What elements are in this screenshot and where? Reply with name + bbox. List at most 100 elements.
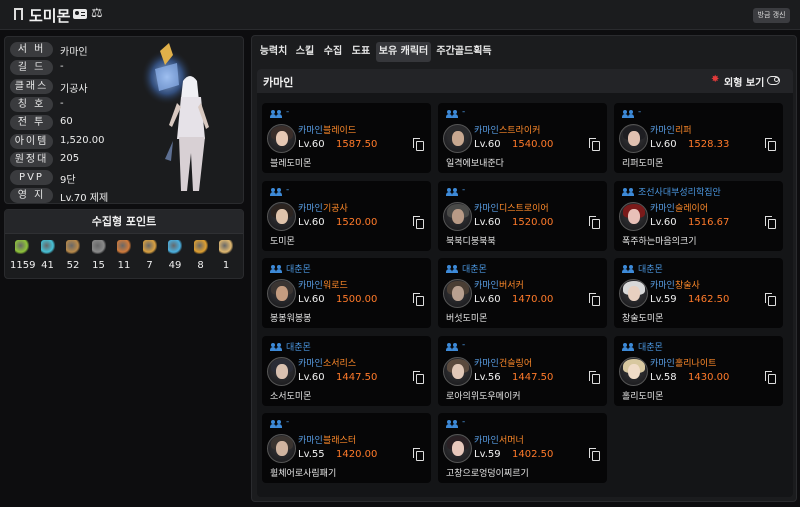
- character-server: 카마인: [650, 281, 675, 291]
- character-server: 카마인: [298, 358, 323, 369]
- character-class: 버서커: [499, 281, 524, 291]
- character-avatar: [619, 201, 648, 231]
- character-avatar: [267, 434, 296, 463]
- copy-icon[interactable]: [589, 138, 600, 151]
- character-level: Lv.60: [650, 139, 677, 150]
- profile-panel: 서 버 카마인 길 드 - 클래스 기공사 칭 호-전 투 60 아이템 1,520.00 원정대 2…: [4, 36, 244, 204]
- character-name: 홀리도미몬: [622, 391, 664, 402]
- character-card[interactable]: 대춘몬 카마인 홀리나이트 Lv.58 1430.00 홀리도미몬: [614, 335, 783, 406]
- character-card[interactable]: - 카마인 블레이드 Lv.60 1587.50 블레도미몬: [262, 103, 431, 173]
- character-card[interactable]: - 카마인 건슬링어 Lv.56 1447.50 로아의위도우메이커: [438, 335, 607, 406]
- id-card-icon[interactable]: [73, 9, 87, 19]
- character-avatar: [443, 434, 472, 463]
- appearance-toggle[interactable]: [767, 76, 780, 85]
- collection-item[interactable]: 52: [61, 240, 85, 271]
- copy-icon[interactable]: [589, 293, 600, 306]
- profile-row: 전 투 60: [10, 115, 135, 131]
- guild-name: -: [462, 107, 466, 117]
- character-level: Lv.60: [474, 294, 501, 305]
- character-card[interactable]: 조선사대부성리학집안 카마인 슬레이어 Lv.60 1516.67 폭주하는마음의크기: [614, 180, 783, 251]
- copy-icon[interactable]: [413, 370, 424, 384]
- character-server: 카마인: [474, 281, 499, 291]
- guild-users-icon: [446, 110, 458, 118]
- character-level: Lv.60: [298, 371, 325, 383]
- tab-5[interactable]: 보유 캐릭터: [376, 42, 431, 62]
- character-class: 소서리스: [323, 358, 357, 369]
- scale-icon[interactable]: ⚖: [91, 7, 103, 21]
- guild-users-icon: [270, 420, 282, 428]
- character-item-level: 1540.00: [512, 139, 554, 150]
- character-card[interactable]: - 카마인 서머너 Lv.59 1402.50 고창으로엉덩이찌르기: [438, 413, 607, 483]
- giant-heart-icon: [91, 240, 106, 254]
- copy-icon[interactable]: [589, 215, 600, 229]
- character-card[interactable]: 대춘몬 카마인 워로드 Lv.60 1500.00 봉봉워봉봉: [262, 258, 431, 328]
- guild-users-icon: [270, 265, 282, 273]
- character-card[interactable]: - 카마인 스트라이커 Lv.60 1540.00 일격에보내준다: [438, 103, 607, 173]
- collection-item[interactable]: 8: [189, 240, 213, 271]
- refresh-button[interactable]: 방금 갱신: [753, 8, 790, 23]
- guild-name: -: [286, 417, 290, 427]
- guild-users-icon: [446, 265, 458, 273]
- character-avatar: [443, 279, 472, 308]
- profile-key: 서 버: [10, 42, 53, 57]
- copy-icon[interactable]: [765, 138, 776, 151]
- collection-item[interactable]: 1159: [10, 240, 36, 271]
- copy-icon[interactable]: [589, 370, 600, 384]
- tab-2[interactable]: 스킬: [292, 42, 318, 62]
- character-avatar: [267, 279, 296, 308]
- copy-icon[interactable]: [413, 215, 424, 229]
- tab-3[interactable]: 수집: [320, 42, 346, 62]
- collection-item[interactable]: 49: [163, 240, 187, 271]
- character-server: 카마인: [474, 358, 499, 369]
- collection-value: 1159: [10, 260, 36, 271]
- character-name: 버섯도미몬: [446, 314, 488, 324]
- copy-icon[interactable]: [413, 448, 424, 461]
- collection-item[interactable]: 11: [112, 240, 136, 271]
- profile-key: 원정대: [10, 151, 53, 167]
- copy-icon[interactable]: [765, 370, 776, 384]
- copy-icon[interactable]: [413, 138, 424, 151]
- collection-item[interactable]: 1: [214, 240, 238, 271]
- character-card[interactable]: - 카마인 기공사 Lv.60 1520.00 도미몬: [262, 180, 431, 251]
- character-card[interactable]: - 카마인 블래스터 Lv.55 1420.00 휠체어로사림패기: [262, 413, 431, 483]
- guild-users-icon: [446, 420, 458, 428]
- copy-icon[interactable]: [765, 215, 776, 229]
- character-server: 카마인: [650, 203, 675, 214]
- tab-4[interactable]: 도표: [348, 42, 374, 62]
- adventure-book-icon: [142, 240, 157, 254]
- character-class: 창술사: [675, 281, 700, 291]
- collection-item[interactable]: 15: [87, 240, 111, 271]
- character-card[interactable]: 대춘몬 카마인 버서커 Lv.60 1470.00 버섯도미몬: [438, 258, 607, 328]
- character-card[interactable]: - 카마인 리퍼 Lv.60 1528.33 리퍼도미몬: [614, 103, 783, 173]
- character-name: 고창으로엉덩이찌르기: [446, 469, 529, 479]
- bookmark-icon[interactable]: [14, 8, 23, 20]
- character-card[interactable]: 대춘몬 카마인 창술사 Lv.59 1462.50 창술도미몬: [614, 258, 783, 328]
- tab-6[interactable]: 주간골드획득: [433, 42, 495, 62]
- island-heart-icon: [40, 240, 55, 254]
- character-class: 블래스터: [323, 436, 357, 446]
- character-avatar: [443, 124, 472, 153]
- profile-value: -: [60, 97, 64, 109]
- character-card[interactable]: 대춘몬 카마인 소서리스 Lv.60 1447.50 소서도미몬: [262, 335, 431, 406]
- tab-1[interactable]: 능력치: [257, 42, 290, 62]
- copy-icon[interactable]: [589, 448, 600, 461]
- character-level: Lv.58: [650, 371, 677, 383]
- copy-icon[interactable]: [765, 293, 776, 306]
- profile-value: 기공사: [60, 83, 88, 95]
- appearance-label: 외형 보기: [724, 78, 765, 89]
- character-card[interactable]: - 카마인 디스트로이어 Lv.60 1520.00 북북디붕북북: [438, 180, 607, 251]
- copy-icon[interactable]: [413, 293, 424, 306]
- profile-key: 길 드: [10, 60, 53, 76]
- character-portrait: [141, 43, 209, 191]
- collection-item[interactable]: 7: [138, 240, 162, 271]
- character-name: 일격에보내준다: [446, 159, 504, 169]
- character-name: 리퍼도미몬: [622, 159, 664, 169]
- character-class: 건슬링어: [499, 358, 533, 369]
- character-name: 도미몬: [29, 7, 71, 25]
- profile-row: 칭 호-: [10, 96, 135, 113]
- collection-item[interactable]: 41: [36, 240, 60, 271]
- guild-name: 대춘몬: [462, 265, 487, 275]
- character-avatar: [619, 279, 648, 308]
- roster-section: 카마인 ✸ 외형 보기 - 카마인 블레이드 Lv.60 1587.50 블레도미몬 - 카마…: [257, 69, 793, 497]
- guild-name: -: [286, 184, 290, 195]
